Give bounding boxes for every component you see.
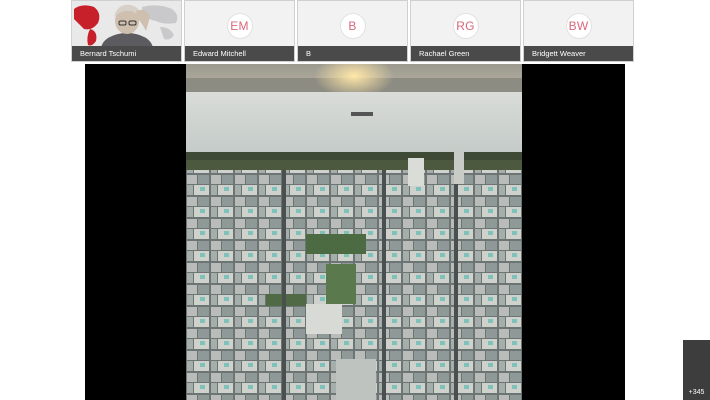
participant-name: Rachael Green [411, 46, 520, 61]
participant-name: Bernard Tschumi [72, 46, 181, 61]
participant-tile-b[interactable]: B B [297, 0, 408, 62]
participant-tile-edward-mitchell[interactable]: EM Edward Mitchell [184, 0, 295, 62]
participant-name: Bridgett Weaver [524, 46, 633, 61]
participant-name: B [298, 46, 407, 61]
shared-screen [186, 64, 522, 400]
avatar: RG [452, 13, 479, 39]
avatar: B [339, 13, 366, 39]
participant-tile-rachael-green[interactable]: RG Rachael Green [410, 0, 521, 62]
participant-tile-bridgett-weaver[interactable]: BW Bridgett Weaver [523, 0, 634, 62]
participant-video-feed [72, 1, 181, 48]
participant-tile-bernard-tschumi[interactable]: Bernard Tschumi [71, 0, 182, 62]
avatar: EM [226, 13, 253, 39]
aerial-city-photo-icon [186, 64, 522, 400]
more-participants-count: +345 [688, 389, 705, 396]
avatar: BW [565, 13, 592, 39]
more-participants-button[interactable]: +345 [683, 340, 710, 400]
participant-name: Edward Mitchell [185, 46, 294, 61]
